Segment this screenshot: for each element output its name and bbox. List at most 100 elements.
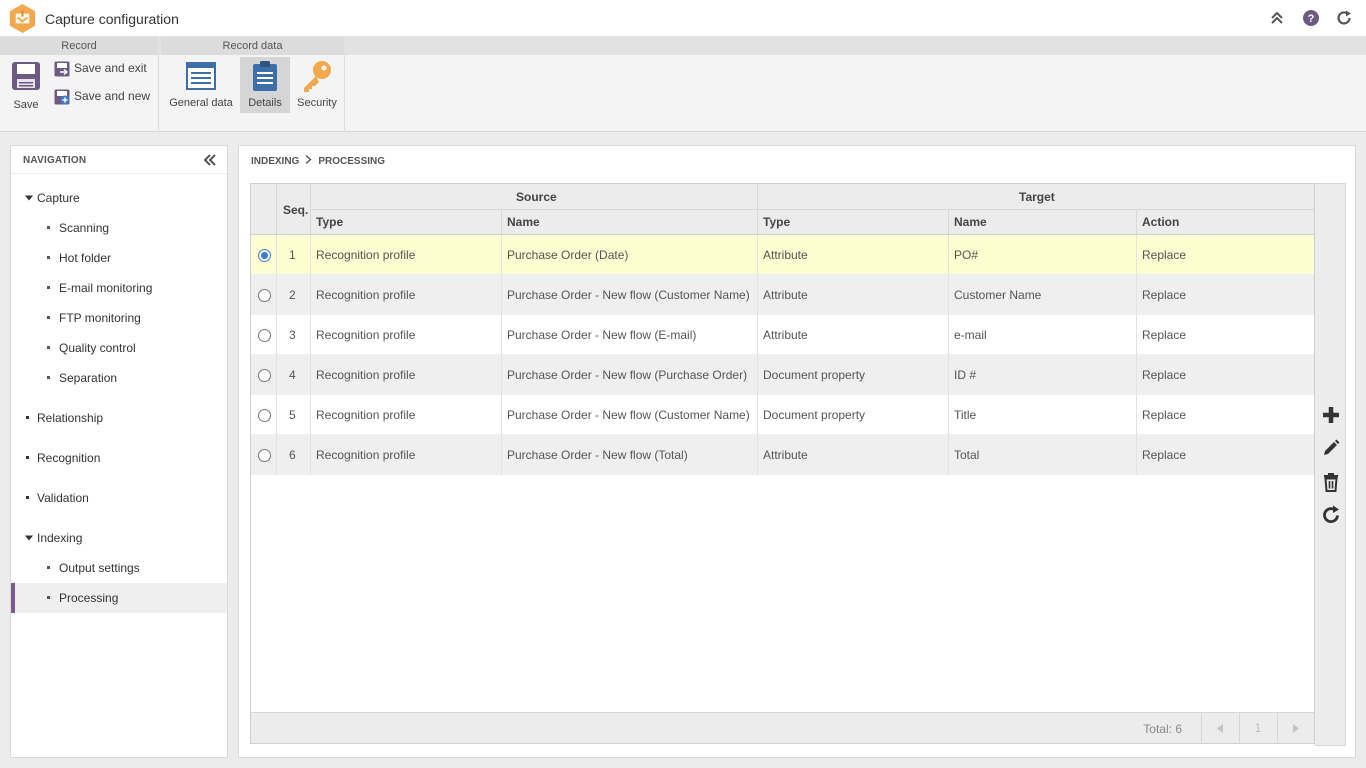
bullet-icon: [47, 376, 50, 379]
nav-item-hot-folder[interactable]: Hot folder: [11, 243, 227, 273]
nav-item-label: Hot folder: [59, 251, 112, 265]
cell-divider: [1136, 395, 1137, 435]
header-source-type[interactable]: Type: [316, 215, 343, 229]
row-radio[interactable]: [258, 249, 271, 262]
row-radio[interactable]: [258, 369, 271, 382]
breadcrumb-parent[interactable]: INDEXING: [251, 156, 299, 167]
nav-item-indexing[interactable]: Indexing: [11, 523, 227, 553]
delete-icon[interactable]: [1321, 472, 1341, 492]
header-target-name[interactable]: Name: [954, 215, 987, 229]
header-source-name[interactable]: Name: [507, 215, 540, 229]
security-label: Security: [297, 97, 337, 109]
nav-item-validation[interactable]: Validation: [11, 483, 227, 513]
cell-divider: [1136, 235, 1137, 275]
row-radio[interactable]: [258, 329, 271, 342]
table-row[interactable]: 5 Recognition profile Purchase Order - N…: [251, 395, 1314, 435]
key-icon: [304, 61, 331, 92]
cell-divider: [310, 315, 311, 355]
cell-action: Replace: [1142, 368, 1187, 382]
column-divider: [276, 184, 277, 235]
cell-action: Replace: [1142, 408, 1187, 422]
cell-seq: 5: [289, 408, 296, 422]
nav-item-email-monitoring[interactable]: E-mail monitoring: [11, 273, 227, 303]
header-action[interactable]: Action: [1142, 215, 1179, 229]
bullet-icon: [47, 596, 50, 599]
collapse-up-icon[interactable]: [1268, 9, 1286, 27]
cell-target-type: Attribute: [763, 328, 808, 342]
nav-item-quality-control[interactable]: Quality control: [11, 333, 227, 363]
nav-item-label: Recognition: [37, 451, 101, 465]
caret-down-icon: [25, 195, 33, 201]
nav-item-relationship[interactable]: Relationship: [11, 403, 227, 433]
cell-action: Replace: [1142, 328, 1187, 342]
edit-icon[interactable]: [1321, 438, 1341, 458]
bullet-icon: [47, 286, 50, 289]
cell-target-name: PO#: [954, 248, 979, 262]
cell-divider: [757, 315, 758, 355]
nav-item-processing[interactable]: Processing: [11, 583, 227, 613]
column-divider: [501, 209, 502, 235]
security-button[interactable]: Security: [293, 57, 341, 113]
bullet-icon: [26, 416, 29, 419]
refresh-icon[interactable]: [1335, 9, 1353, 27]
column-divider: [757, 184, 758, 235]
nav-item-capture[interactable]: Capture: [11, 183, 227, 213]
row-radio[interactable]: [258, 449, 271, 462]
cell-target-type: Attribute: [763, 448, 808, 462]
form-window-icon: [186, 62, 216, 90]
chevron-left-icon: [1216, 724, 1223, 734]
breadcrumb-current: PROCESSING: [318, 156, 386, 167]
nav-item-scanning[interactable]: Scanning: [11, 213, 227, 243]
cell-source-name: Purchase Order (Date): [507, 248, 629, 262]
bullet-icon: [26, 496, 29, 499]
processing-grid: Seq. Source Target Type Name Type Name A…: [250, 183, 1315, 744]
nav-item-label: Output settings: [59, 561, 140, 575]
table-row[interactable]: 3 Recognition profile Purchase Order - N…: [251, 315, 1314, 355]
save-new-icon: [54, 89, 70, 105]
breadcrumb: INDEXING PROCESSING: [251, 154, 386, 167]
header-target: Target: [1019, 190, 1055, 204]
nav-item-output-settings[interactable]: Output settings: [11, 553, 227, 583]
ribbon: Record Record data Save Save and exit Sa…: [0, 37, 1366, 132]
navigation-panel: NAVIGATION Capture Scanning Hot folder E…: [10, 145, 228, 758]
nav-item-ftp-monitoring[interactable]: FTP monitoring: [11, 303, 227, 333]
cell-divider: [276, 235, 277, 275]
page-number[interactable]: 1: [1239, 713, 1276, 744]
save-button[interactable]: Save: [4, 57, 48, 115]
cell-action: Replace: [1142, 248, 1187, 262]
chevron-right-icon: [305, 154, 312, 167]
cell-divider: [757, 395, 758, 435]
next-page-button[interactable]: [1277, 713, 1314, 744]
header-divider: [310, 209, 1314, 210]
grid-side-toolbar: [1315, 183, 1346, 746]
double-chevron-left-icon[interactable]: [203, 153, 217, 167]
cell-target-type: Attribute: [763, 248, 808, 262]
cell-source-name: Purchase Order - New flow (Purchase Orde…: [507, 368, 748, 382]
add-icon[interactable]: [1321, 405, 1341, 425]
general-data-button[interactable]: General data: [166, 57, 236, 113]
cell-action: Replace: [1142, 448, 1187, 462]
nav-item-recognition[interactable]: Recognition: [11, 443, 227, 473]
nav-item-separation[interactable]: Separation: [11, 363, 227, 393]
cell-target-name: Total: [954, 448, 980, 462]
navigation-header: NAVIGATION: [11, 146, 227, 174]
header-target-type[interactable]: Type: [763, 215, 790, 229]
save-and-exit-button[interactable]: Save and exit: [54, 61, 154, 79]
cell-divider: [310, 395, 311, 435]
table-row[interactable]: 4 Recognition profile Purchase Order - N…: [251, 355, 1314, 395]
details-label: Details: [248, 97, 282, 109]
cell-seq: 2: [289, 288, 296, 302]
cell-source-type: Recognition profile: [316, 328, 416, 342]
table-row[interactable]: 6 Recognition profile Purchase Order - N…: [251, 435, 1314, 475]
row-radio[interactable]: [258, 289, 271, 302]
details-button[interactable]: Details: [240, 57, 290, 113]
general-data-label: General data: [169, 97, 233, 109]
header-seq[interactable]: Seq.: [283, 203, 308, 217]
row-radio[interactable]: [258, 409, 271, 422]
previous-page-button[interactable]: [1201, 713, 1238, 744]
refresh-icon[interactable]: [1321, 505, 1341, 525]
save-and-new-button[interactable]: Save and new: [54, 89, 154, 107]
help-icon[interactable]: ?: [1302, 9, 1320, 27]
table-row[interactable]: 2 Recognition profile Purchase Order - N…: [251, 275, 1314, 315]
table-row[interactable]: 1 Recognition profile Purchase Order (Da…: [251, 235, 1314, 275]
